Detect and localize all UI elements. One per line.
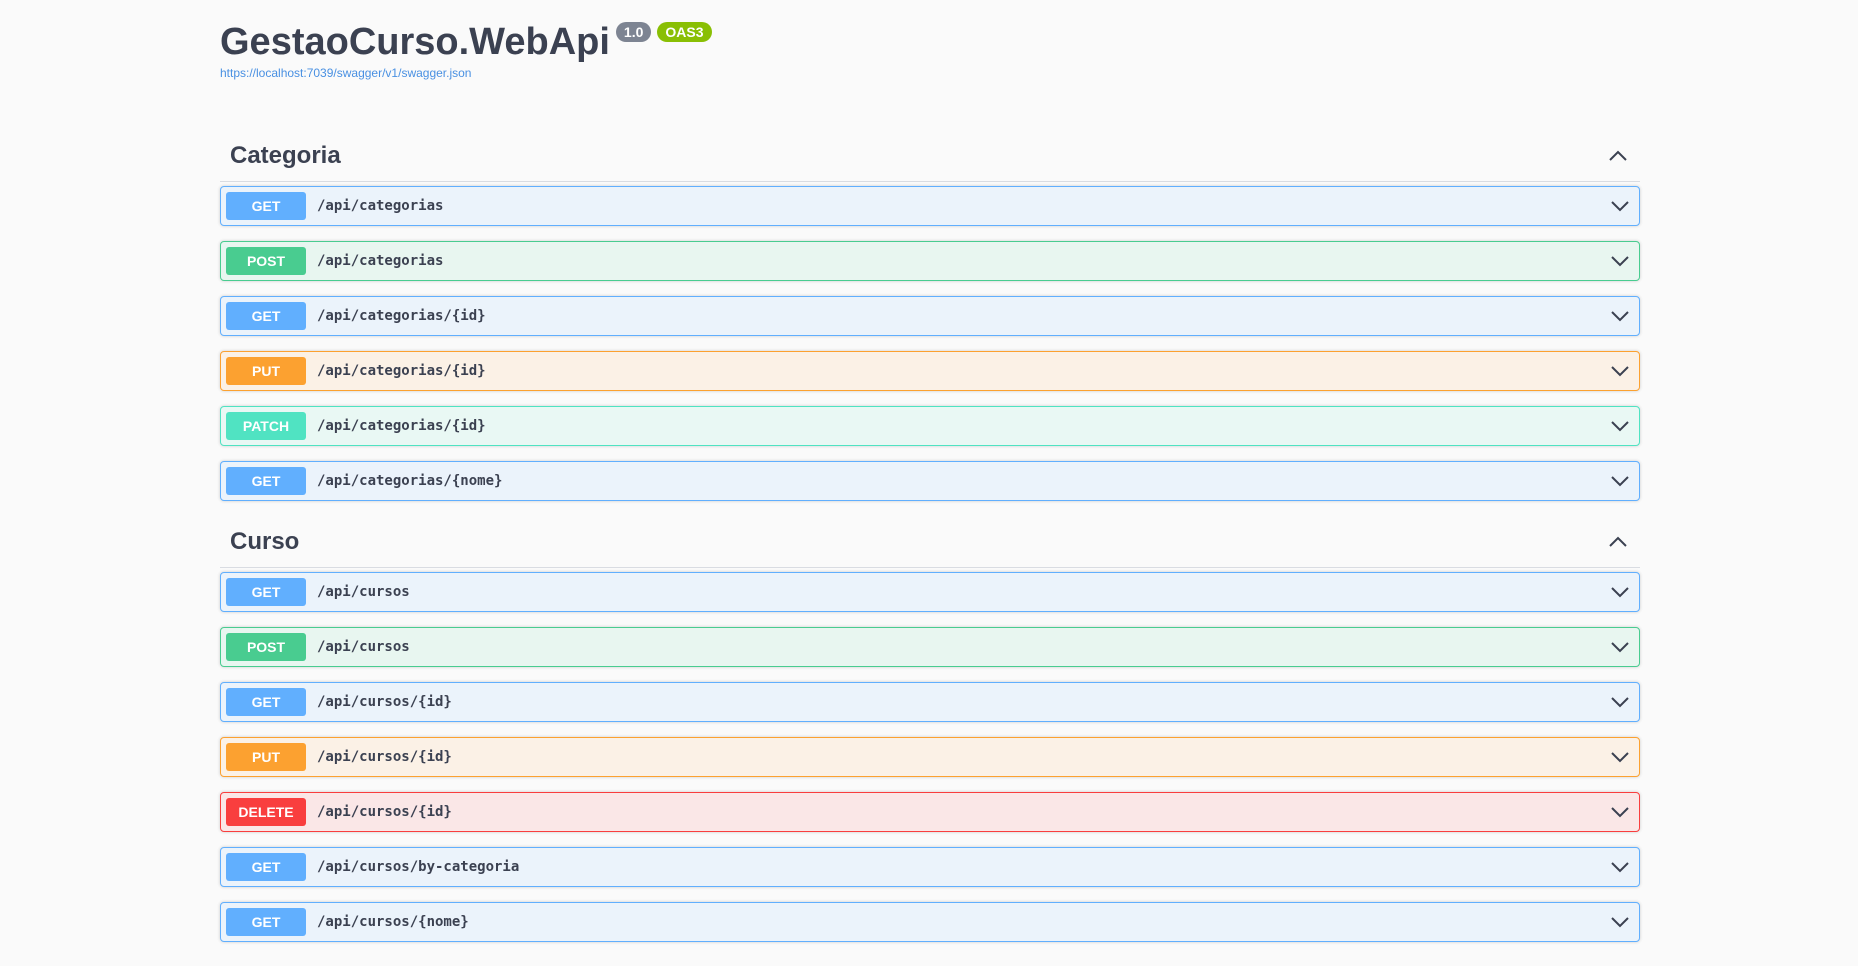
oas-badge: OAS3 bbox=[657, 22, 712, 42]
method-badge: GET bbox=[226, 467, 306, 495]
operation-path: /api/cursos bbox=[317, 639, 410, 655]
method-badge: GET bbox=[226, 853, 306, 881]
method-badge: PUT bbox=[226, 743, 306, 771]
operation-path: /api/cursos/{id} bbox=[317, 694, 452, 710]
operation-row[interactable]: GET/api/categorias bbox=[220, 186, 1640, 226]
operation-path: /api/categorias bbox=[317, 253, 444, 269]
operation-path: /api/categorias/{id} bbox=[317, 418, 486, 434]
chevron-down-icon[interactable] bbox=[1608, 855, 1632, 879]
chevron-up-icon[interactable] bbox=[1606, 530, 1630, 554]
chevron-down-icon[interactable] bbox=[1608, 745, 1632, 769]
method-badge: GET bbox=[226, 302, 306, 330]
operation-path: /api/categorias/{id} bbox=[317, 363, 486, 379]
tag-section-categoria: Categoria GET/api/categorias POST/api/cate… bbox=[220, 130, 1640, 501]
chevron-down-icon[interactable] bbox=[1608, 910, 1632, 934]
operation-path: /api/categorias/{nome} bbox=[317, 473, 503, 489]
api-title: GestaoCurso.WebApi bbox=[220, 21, 610, 63]
chevron-down-icon[interactable] bbox=[1608, 690, 1632, 714]
method-badge: GET bbox=[226, 688, 306, 716]
method-badge: GET bbox=[226, 192, 306, 220]
method-badge: POST bbox=[226, 633, 306, 661]
operation-row[interactable]: GET/api/cursos/{nome} bbox=[220, 902, 1640, 942]
chevron-down-icon[interactable] bbox=[1608, 304, 1632, 328]
operation-row[interactable]: GET/api/categorias/{id} bbox=[220, 296, 1640, 336]
chevron-down-icon[interactable] bbox=[1608, 800, 1632, 824]
method-badge: POST bbox=[226, 247, 306, 275]
chevron-down-icon[interactable] bbox=[1608, 249, 1632, 273]
operation-row[interactable]: DELETE/api/cursos/{id} bbox=[220, 792, 1640, 832]
chevron-down-icon[interactable] bbox=[1608, 359, 1632, 383]
operation-path: /api/categorias/{id} bbox=[317, 308, 486, 324]
chevron-down-icon[interactable] bbox=[1608, 580, 1632, 604]
tags-container: Categoria GET/api/categorias POST/api/cate… bbox=[220, 130, 1640, 942]
operation-path: /api/cursos bbox=[317, 584, 410, 600]
tag-header[interactable]: Curso bbox=[220, 516, 1640, 568]
tag-header[interactable]: Categoria bbox=[220, 130, 1640, 182]
operation-path: /api/cursos/{nome} bbox=[317, 914, 469, 930]
operation-path: /api/categorias bbox=[317, 198, 444, 214]
operation-row[interactable]: PUT/api/cursos/{id} bbox=[220, 737, 1640, 777]
operation-row[interactable]: PATCH/api/categorias/{id} bbox=[220, 406, 1640, 446]
method-badge: DELETE bbox=[226, 798, 306, 826]
chevron-down-icon[interactable] bbox=[1608, 469, 1632, 493]
chevron-up-icon[interactable] bbox=[1606, 144, 1630, 168]
operation-path: /api/cursos/{id} bbox=[317, 749, 452, 765]
operation-row[interactable]: GET/api/categorias/{nome} bbox=[220, 461, 1640, 501]
operation-path: /api/cursos/{id} bbox=[317, 804, 452, 820]
api-info: GestaoCurso.WebApi 1.0 OAS3 https://loca… bbox=[220, 0, 1640, 130]
version-badge: 1.0 bbox=[615, 22, 652, 42]
spec-json-link[interactable]: https://localhost:7039/swagger/v1/swagge… bbox=[220, 66, 1640, 80]
operation-row[interactable]: POST/api/cursos bbox=[220, 627, 1640, 667]
operation-path: /api/cursos/by-categoria bbox=[317, 859, 520, 875]
tag-section-curso: Curso GET/api/cursos POST/api/cursos GET/ap… bbox=[220, 516, 1640, 942]
operation-row[interactable]: POST/api/categorias bbox=[220, 241, 1640, 281]
method-badge: PUT bbox=[226, 357, 306, 385]
chevron-down-icon[interactable] bbox=[1608, 414, 1632, 438]
chevron-down-icon[interactable] bbox=[1608, 194, 1632, 218]
operation-row[interactable]: GET/api/cursos bbox=[220, 572, 1640, 612]
operation-row[interactable]: GET/api/cursos/{id} bbox=[220, 682, 1640, 722]
method-badge: PATCH bbox=[226, 412, 306, 440]
tag-name: Curso bbox=[230, 527, 300, 555]
tag-name: Categoria bbox=[230, 141, 341, 169]
swagger-ui: GestaoCurso.WebApi 1.0 OAS3 https://loca… bbox=[220, 0, 1640, 957]
operation-row[interactable]: PUT/api/categorias/{id} bbox=[220, 351, 1640, 391]
method-badge: GET bbox=[226, 578, 306, 606]
method-badge: GET bbox=[226, 908, 306, 936]
operation-row[interactable]: GET/api/cursos/by-categoria bbox=[220, 847, 1640, 887]
chevron-down-icon[interactable] bbox=[1608, 635, 1632, 659]
